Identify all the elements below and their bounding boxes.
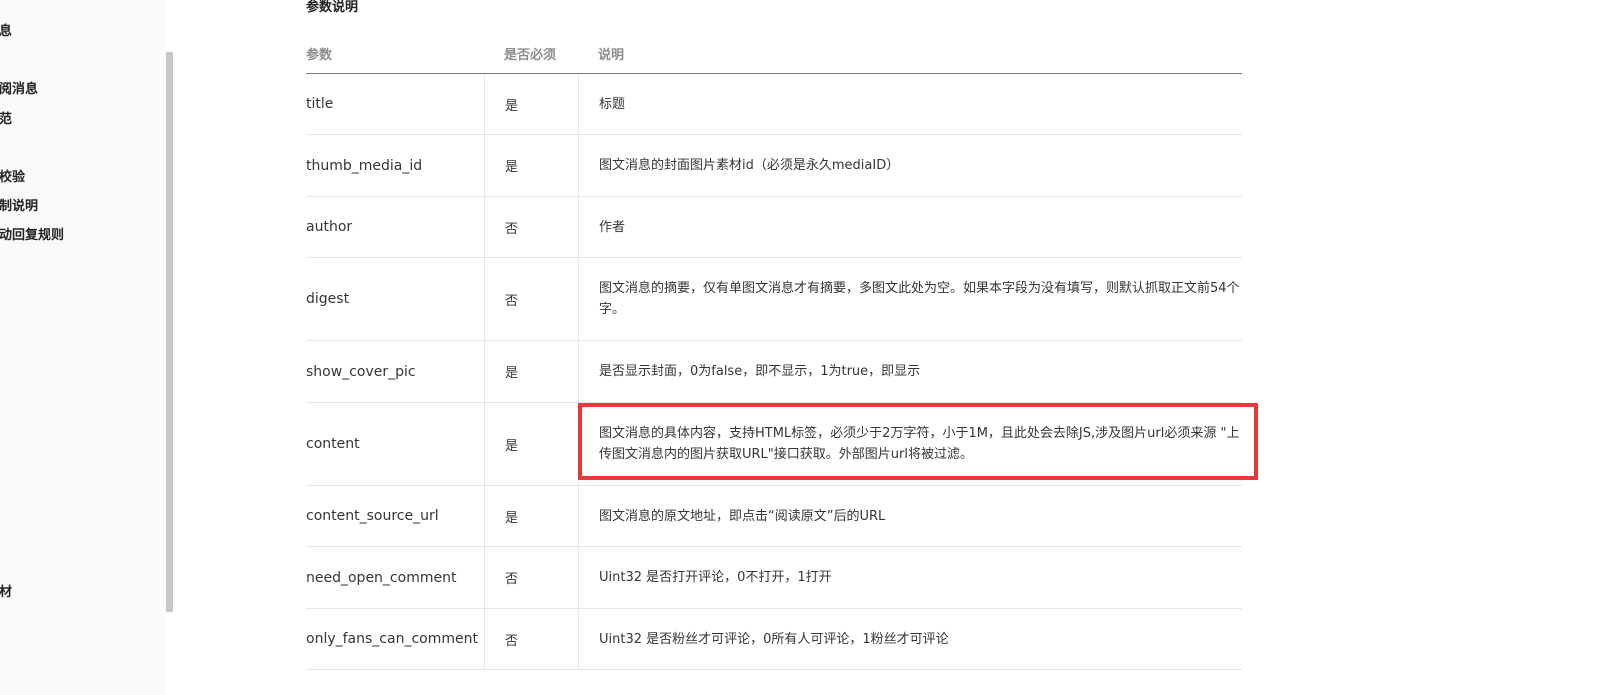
param-required: 是 (484, 486, 577, 546)
sidebar-item-material[interactable]: 素材 (0, 585, 12, 601)
param-required: 是 (484, 403, 577, 485)
param-name: show_cover_pic (306, 363, 416, 380)
table-row: content 是 图文消息的具体内容，支持HTML标签，必须少于2万字符，小于… (306, 403, 1242, 486)
param-description: 图文消息的具体内容，支持HTML标签，必须少于2万字符，小于1M，且此处会去除J… (578, 403, 1242, 485)
param-required: 否 (484, 609, 577, 669)
param-required: 否 (484, 197, 577, 257)
table-row: thumb_media_id 是 图文消息的封面图片素材id（必须是永久medi… (306, 135, 1242, 197)
table-row: title 是 标题 (306, 74, 1242, 135)
param-name: content_source_url (306, 508, 439, 524)
param-required: 是 (484, 135, 577, 196)
sidebar-item-messages[interactable]: 消息 (0, 24, 12, 40)
param-description: 图文消息的封面图片素材id（必须是永久mediaID） (578, 135, 1242, 196)
sidebar-item-auto-reply-rules[interactable]: 自动回复规则 (0, 228, 64, 244)
param-required: 否 (484, 258, 577, 340)
section-title: 参数说明 (306, 0, 359, 15)
table-row: need_open_comment 否 Uint32 是否打开评论，0不打开，1… (306, 547, 1242, 609)
table-row: content_source_url 是 图文消息的原文地址，即点击“阅读原文”… (306, 486, 1242, 547)
param-description: 作者 (578, 197, 1242, 257)
param-required: 否 (484, 547, 577, 608)
table-header: 参数 是否必须 说明 (306, 32, 1242, 74)
sidebar-nav: 消息 订阅消息 规范 明 则校验 限制说明 自动回复规则 素材 (0, 0, 166, 695)
param-description: 标题 (578, 74, 1242, 134)
param-description: 图文消息的摘要，仅有单图文消息才有摘要，多图文此处为空。如果本字段为没有填写，则… (578, 258, 1242, 340)
param-name: thumb_media_id (306, 157, 423, 174)
param-required: 是 (484, 74, 577, 134)
sidebar-item-spec[interactable]: 规范 (0, 112, 12, 128)
param-description: Uint32 是否打开评论，0不打开，1打开 (578, 547, 1242, 608)
table-row: digest 否 图文消息的摘要，仅有单图文消息才有摘要，多图文此处为空。如果本… (306, 258, 1242, 341)
sidebar-item-limit-description[interactable]: 限制说明 (0, 199, 38, 215)
table-row: show_cover_pic 是 是否显示封面，0为false，即不显示，1为t… (306, 341, 1242, 403)
param-description: Uint32 是否粉丝才可评论，0所有人可评论，1粉丝才可评论 (578, 609, 1242, 669)
column-header-description: 说明 (598, 48, 625, 63)
param-description: 是否显示封面，0为false，即不显示，1为true，即显示 (578, 341, 1242, 402)
parameter-table: 参数 是否必须 说明 title 是 标题 thumb_media_id 是 图… (306, 32, 1242, 670)
param-description: 图文消息的原文地址，即点击“阅读原文”后的URL (578, 486, 1242, 546)
param-name: author (306, 219, 353, 235)
param-name: content (306, 436, 360, 452)
param-name: need_open_comment (306, 569, 457, 586)
param-name: title (306, 96, 334, 112)
param-required: 是 (484, 341, 577, 402)
table-row: only_fans_can_comment 否 Uint32 是否粉丝才可评论，… (306, 609, 1242, 670)
column-header-required: 是否必须 (504, 48, 557, 63)
sidebar-item-subscribe-messages[interactable]: 订阅消息 (0, 82, 38, 98)
column-header-param: 参数 (306, 48, 333, 63)
param-name: only_fans_can_comment (306, 631, 478, 647)
param-name: digest (306, 291, 350, 307)
sidebar-scrollbar[interactable] (166, 52, 173, 612)
sidebar-item-rule-check[interactable]: 则校验 (0, 170, 25, 186)
table-row: author 否 作者 (306, 197, 1242, 258)
